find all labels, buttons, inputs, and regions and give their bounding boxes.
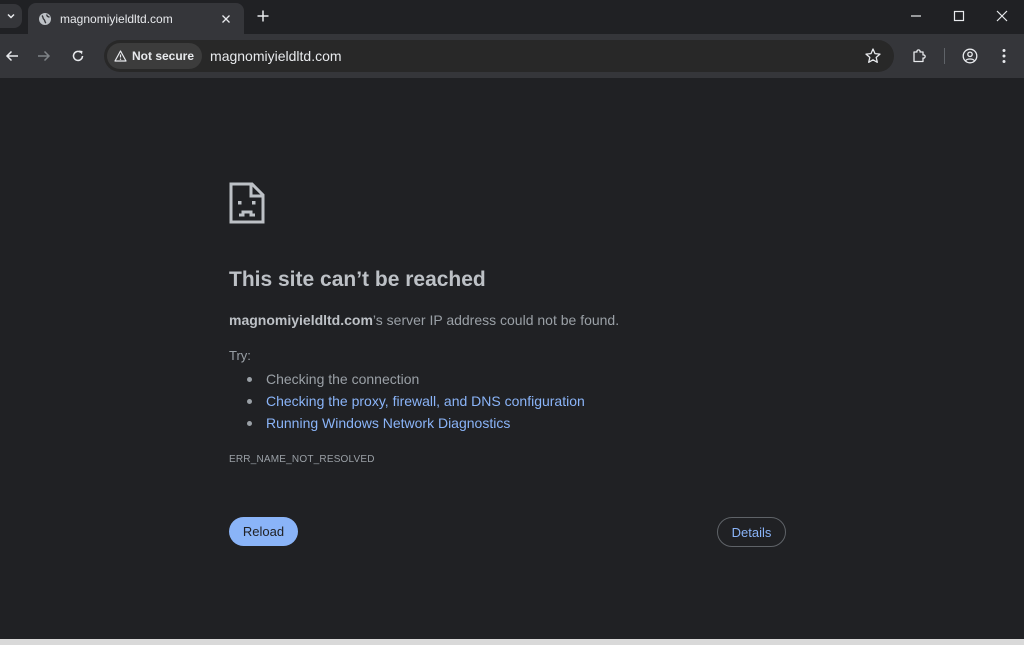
suggestion-item: Checking the connection — [247, 368, 585, 390]
error-description: magnomiyieldltd.com’s server IP address … — [229, 312, 619, 328]
toolbar: Not secure magnomiyieldltd.com — [0, 34, 1024, 78]
details-button[interactable]: Details — [717, 517, 786, 547]
globe-icon — [38, 12, 52, 26]
suggestion-network-diagnostics-link[interactable]: Running Windows Network Diagnostics — [266, 415, 510, 431]
address-bar[interactable]: Not secure magnomiyieldltd.com — [104, 40, 894, 72]
reload-page-button[interactable] — [68, 46, 88, 66]
error-description-suffix: ’s server IP address could not be found. — [372, 312, 620, 328]
arrow-left-icon — [5, 50, 18, 62]
menu-button[interactable] — [994, 46, 1014, 66]
bullet — [247, 398, 252, 404]
more-vertical-icon — [1002, 49, 1006, 63]
url-text[interactable]: magnomiyieldltd.com — [210, 48, 342, 64]
bookmark-star-icon[interactable] — [864, 47, 882, 65]
maximize-button[interactable] — [949, 6, 969, 26]
tab-search-button[interactable] — [0, 4, 22, 28]
plus-icon — [257, 10, 269, 22]
reload-button[interactable]: Reload — [229, 517, 298, 546]
close-tab-icon[interactable] — [218, 11, 234, 27]
browser-window: magnomiyieldltd.com Not secure magnomiyi… — [0, 0, 1024, 645]
window-bottom-edge — [0, 639, 1024, 645]
try-label: Try: — [229, 348, 251, 363]
sad-document-icon — [229, 182, 265, 224]
error-code: ERR_NAME_NOT_RESOLVED — [229, 454, 375, 465]
error-heading: This site can’t be reached — [229, 268, 486, 291]
active-tab[interactable]: magnomiyieldltd.com — [28, 3, 244, 34]
refresh-icon — [72, 50, 84, 62]
minimize-button[interactable] — [906, 6, 926, 26]
suggestion-item: Running Windows Network Diagnostics — [247, 412, 585, 434]
account-circle-icon — [962, 48, 978, 64]
back-button[interactable] — [2, 46, 22, 66]
security-label: Not secure — [132, 49, 195, 63]
suggestion-check-proxy-link[interactable]: Checking the proxy, firewall, and DNS co… — [266, 393, 585, 409]
bullet — [247, 376, 252, 382]
security-chip[interactable]: Not secure — [107, 43, 203, 69]
suggestion-item: Checking the proxy, firewall, and DNS co… — [247, 390, 585, 412]
puzzle-icon — [913, 49, 926, 63]
forward-button[interactable] — [34, 46, 54, 66]
minimize-icon — [911, 15, 921, 17]
close-window-button[interactable] — [992, 6, 1012, 26]
profile-button[interactable] — [960, 46, 980, 66]
bullet — [247, 420, 252, 426]
chevron-down-icon — [7, 13, 15, 19]
tab-strip: magnomiyieldltd.com — [0, 0, 1024, 34]
tab-title: magnomiyieldltd.com — [60, 11, 173, 26]
error-page: This site can’t be reached magnomiyieldl… — [0, 78, 1024, 639]
suggestions-list: Checking the connection Checking the pro… — [247, 368, 585, 434]
warning-icon — [114, 50, 127, 62]
maximize-icon — [953, 10, 965, 22]
toolbar-separator — [944, 48, 945, 64]
new-tab-button[interactable] — [254, 7, 272, 25]
error-host: magnomiyieldltd.com — [229, 312, 373, 328]
suggestion-check-connection: Checking the connection — [266, 371, 420, 387]
close-icon — [996, 10, 1008, 22]
arrow-right-icon — [38, 50, 51, 62]
extensions-button[interactable] — [910, 46, 930, 66]
